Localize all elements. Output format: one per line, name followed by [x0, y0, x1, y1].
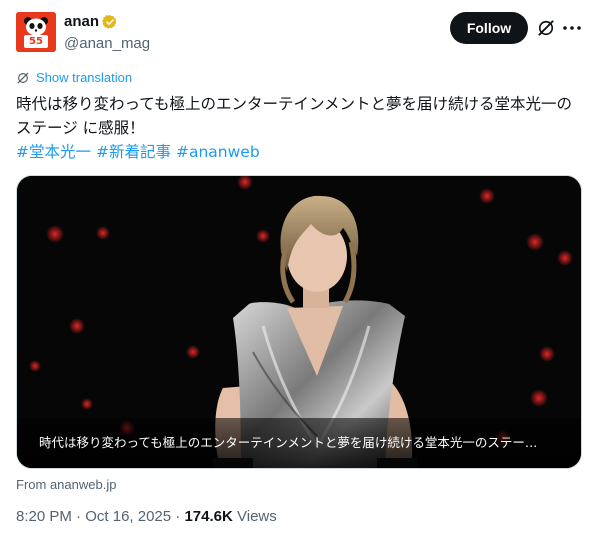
- handle[interactable]: @anan_mag: [64, 34, 150, 54]
- avatar-number: 55: [29, 36, 43, 47]
- hashtag-link[interactable]: #ananweb: [176, 140, 260, 164]
- hashtag-list: #堂本光一 #新着記事 #ananweb: [16, 140, 260, 164]
- tweet-header: 55 anan @anan_mag Follow: [16, 12, 582, 56]
- show-translation-label: Show translation: [36, 70, 133, 85]
- display-name[interactable]: anan: [64, 12, 99, 32]
- tweet-date[interactable]: Oct 16, 2025: [85, 508, 171, 525]
- verified-badge-icon[interactable]: [102, 14, 118, 30]
- display-name-row: anan: [64, 12, 150, 32]
- tweet-text: 時代は移り変わっても極上のエンターテインメントと夢を届け続ける堂本光一のステージ…: [16, 95, 572, 137]
- link-card-title: 時代は移り変わっても極上のエンターテインメントと夢を届け続ける堂本光一のステー…: [39, 435, 538, 450]
- meta-separator: ·: [76, 508, 82, 525]
- grok-icon[interactable]: [536, 18, 556, 38]
- link-source[interactable]: From ananweb.jp: [16, 477, 116, 492]
- link-card-media[interactable]: 時代は移り変わっても極上のエンターテインメントと夢を届け続ける堂本光一のステー…: [16, 175, 582, 469]
- views-count: 174.6K: [184, 508, 233, 525]
- show-translation-link[interactable]: Show translation: [16, 70, 132, 85]
- tweet-time[interactable]: 8:20 PM: [16, 508, 72, 525]
- more-icon[interactable]: [562, 18, 582, 38]
- translate-icon: [17, 72, 29, 83]
- hashtag-link[interactable]: #新着記事: [96, 140, 171, 164]
- avatar[interactable]: 55: [16, 12, 56, 52]
- link-card-title-overlay: 時代は移り変わっても極上のエンターテインメントと夢を届け続ける堂本光一のステー…: [17, 418, 581, 468]
- author-info: anan @anan_mag: [64, 12, 150, 54]
- hashtag-link[interactable]: #堂本光一: [16, 140, 91, 164]
- follow-button[interactable]: Follow: [450, 12, 528, 44]
- tweet-meta: 8:20 PM · Oct 16, 2025 · 174.6K Views: [16, 508, 277, 525]
- views-label: Views: [237, 508, 277, 525]
- meta-separator: ·: [175, 508, 181, 525]
